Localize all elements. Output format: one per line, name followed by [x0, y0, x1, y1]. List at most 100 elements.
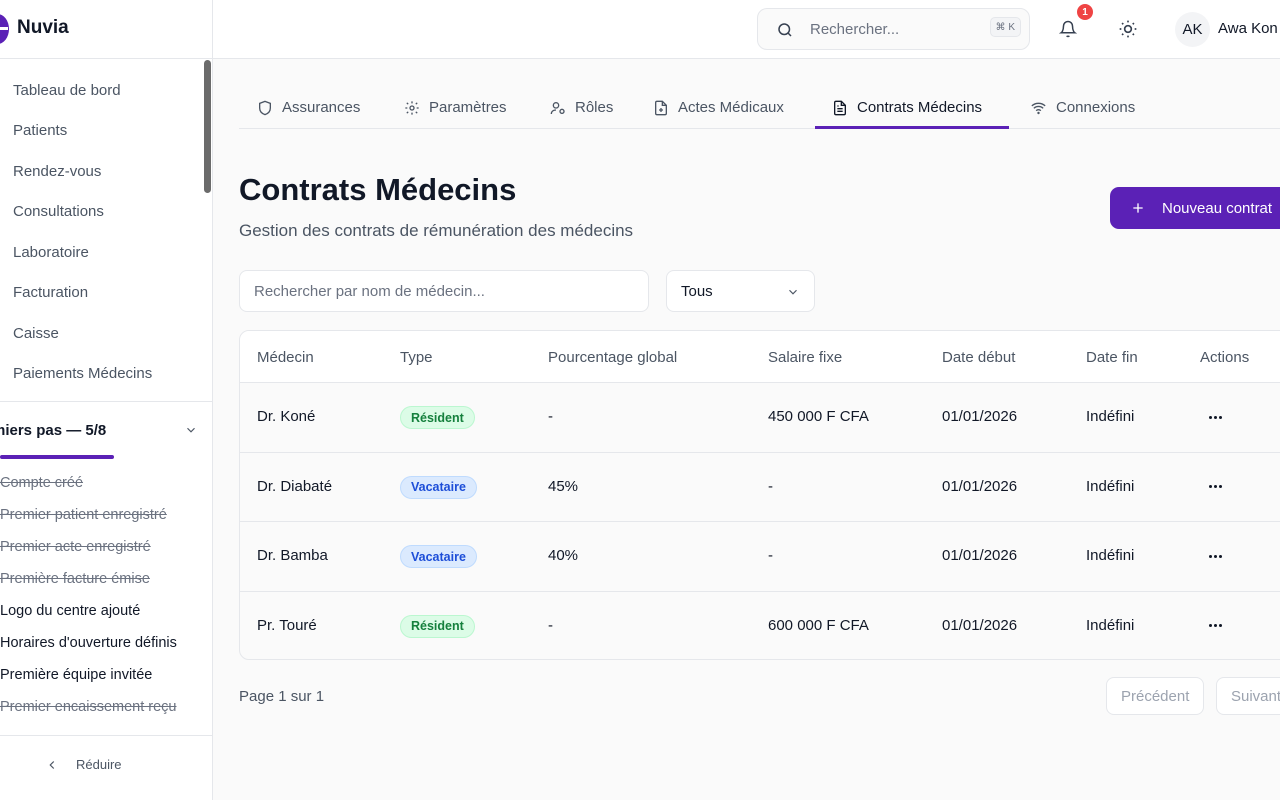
- cell-date-debut: 01/01/2026: [942, 547, 1018, 564]
- sidebar-item-tableau-de-bord[interactable]: Tableau de bord: [0, 70, 200, 111]
- onboarding-toggle[interactable]: miers pas — 5/8: [0, 418, 198, 442]
- wifi-icon: [1031, 102, 1046, 114]
- cell-pourcentage: -: [548, 408, 553, 425]
- shield-icon: [259, 100, 271, 115]
- bell-icon[interactable]: [1059, 19, 1077, 39]
- row-actions-menu-icon[interactable]: [1203, 616, 1227, 636]
- type-badge: Résident: [400, 614, 475, 638]
- tab-connexions[interactable]: Connexions: [1030, 86, 1135, 129]
- page-subtitle: Gestion des contrats de rémunération des…: [239, 221, 634, 240]
- cell-date-fin: Indéfini: [1086, 408, 1135, 425]
- cell-medecin: Pr. Touré: [257, 616, 317, 634]
- search-placeholder: Rechercher...: [810, 21, 900, 38]
- collapse-sidebar-button[interactable]: Réduire: [45, 757, 122, 772]
- cell-salaire: 600 000 F CFA: [768, 616, 869, 634]
- new-contract-button[interactable]: Nouveau contrat: [1110, 187, 1280, 229]
- doctor-search-input[interactable]: [239, 270, 649, 312]
- notification-badge: 1: [1077, 4, 1093, 20]
- tab-actes-medicaux[interactable]: Actes Médicaux: [653, 86, 784, 129]
- table-row[interactable]: Dr. Bamba 40% - 01/01/2026 Indéfini Vacataire: [240, 522, 1280, 592]
- cell-medecin: Dr. Koné: [257, 408, 316, 425]
- cell-salaire: -: [768, 477, 773, 495]
- tab-label: Actes Médicaux: [678, 99, 784, 116]
- onboarding-step[interactable]: Première facture émise: [0, 563, 212, 595]
- cell-salaire: -: [768, 547, 773, 564]
- chevron-down-icon: [789, 289, 797, 295]
- chevron-left-icon: [49, 760, 55, 769]
- divider: [0, 401, 212, 402]
- pagination-label: Page 1 sur 1: [239, 688, 325, 705]
- type-filter-select[interactable]: Tous: [666, 270, 815, 312]
- sidebar-item-facturation[interactable]: Facturation: [0, 273, 200, 314]
- onboarding-step[interactable]: Compte créé: [0, 467, 212, 499]
- sidebar-scrollbar[interactable]: [204, 60, 211, 193]
- user-gear-icon: [550, 101, 565, 114]
- sidebar-item-paiements-medecins[interactable]: Paiements Médecins: [0, 354, 200, 395]
- column-header-type[interactable]: Type: [400, 349, 433, 366]
- new-contract-label: Nouveau contrat: [1162, 199, 1273, 217]
- column-header-date-fin[interactable]: Date fin: [1086, 349, 1138, 366]
- sidebar: Nuvia Tableau de bord Patients Rendez-vo…: [0, 0, 213, 800]
- onboarding-title: miers pas — 5/8: [0, 421, 107, 439]
- cell-date-fin: Indéfini: [1086, 547, 1135, 564]
- table-row[interactable]: Pr. Touré - 600 000 F CFA 01/01/2026 Indéfin…: [240, 592, 1280, 660]
- contracts-table: Médecin Type Pourcentage global Salaire …: [239, 330, 1280, 660]
- plus-icon: [1133, 203, 1143, 213]
- global-search[interactable]: Rechercher... ⌘ K: [757, 8, 1030, 50]
- cell-medecin: Dr. Diabaté: [257, 477, 333, 495]
- table-row[interactable]: Dr. Diabaté 45% - 01/01/2026 Indéfini Vacatai…: [240, 453, 1280, 522]
- cell-date-debut: 01/01/2026: [942, 477, 1018, 495]
- onboarding-steps: Compte créé Premier patient enregistré Pre…: [0, 467, 212, 723]
- cell-pourcentage: -: [548, 616, 553, 634]
- column-header-actions: Actions: [1200, 349, 1250, 366]
- topbar: Rechercher... ⌘ K 1 AK Awa Kon: [213, 0, 1280, 59]
- previous-page-button[interactable]: Précédent: [1106, 677, 1205, 715]
- sidebar-nav: Tableau de bord Patients Rendez-vous Con…: [0, 70, 200, 394]
- avatar[interactable]: AK: [1175, 12, 1210, 47]
- sidebar-item-patients[interactable]: Patients: [0, 111, 200, 152]
- row-actions-menu-icon[interactable]: [1203, 407, 1227, 427]
- page-title: Contrats Médecins: [239, 172, 517, 207]
- tab-roles[interactable]: Rôles: [550, 86, 613, 129]
- onboarding-step[interactable]: Premier patient enregistré: [0, 499, 212, 531]
- onboarding-step[interactable]: Horaires d'ouverture définis: [0, 627, 212, 659]
- tab-label: Paramètres: [429, 99, 507, 116]
- sidebar-item-caisse[interactable]: Caisse: [0, 313, 200, 354]
- table-row[interactable]: Dr. Koné - 450 000 F CFA 01/01/2026 Indéfini…: [240, 383, 1280, 453]
- user-name[interactable]: Awa Kon: [1218, 20, 1278, 37]
- column-header-pourcentage[interactable]: Pourcentage global: [548, 349, 677, 366]
- sidebar-item-consultations[interactable]: Consultations: [0, 192, 200, 233]
- column-header-salaire[interactable]: Salaire fixe: [768, 349, 842, 366]
- row-actions-menu-icon[interactable]: [1203, 477, 1227, 497]
- next-page-button[interactable]: Suivant: [1216, 677, 1280, 715]
- tab-contrats-medecins[interactable]: Contrats Médecins: [832, 86, 982, 129]
- onboarding-step[interactable]: Logo du centre ajouté: [0, 595, 212, 627]
- tab-label: Connexions: [1056, 99, 1136, 116]
- onboarding-step[interactable]: Première équipe invitée: [0, 659, 212, 691]
- cell-salaire: 450 000 F CFA: [768, 408, 869, 425]
- document-icon: [834, 100, 846, 115]
- tab-label: Contrats Médecins: [857, 99, 983, 116]
- brand-logo-icon: [0, 14, 9, 44]
- brand[interactable]: Nuvia: [0, 0, 212, 59]
- tab-parametres[interactable]: Paramètres: [404, 86, 507, 129]
- row-actions-menu-icon[interactable]: [1203, 546, 1227, 566]
- column-header-medecin[interactable]: Médecin: [257, 349, 314, 366]
- file-medical-icon: [655, 100, 667, 115]
- cell-date-debut: 01/01/2026: [942, 408, 1018, 425]
- active-tab-indicator: [815, 126, 1009, 129]
- onboarding-step[interactable]: Premier encaissement reçu: [0, 691, 212, 723]
- type-badge: Vacataire: [400, 475, 477, 499]
- search-shortcut: ⌘ K: [989, 17, 1021, 37]
- column-header-date-debut[interactable]: Date début: [942, 349, 1015, 366]
- sidebar-item-laboratoire[interactable]: Laboratoire: [0, 232, 200, 273]
- main-content: Assurances Paramètres Rôles Actes Médica…: [213, 60, 1280, 800]
- cell-date-fin: Indéfini: [1086, 616, 1135, 634]
- tab-assurances[interactable]: Assurances: [257, 86, 360, 129]
- sun-icon[interactable]: [1118, 19, 1138, 39]
- settings-tabs: Assurances Paramètres Rôles Actes Médica…: [239, 86, 1280, 129]
- tab-label: Assurances: [282, 99, 361, 116]
- onboarding-step[interactable]: Premier acte enregistré: [0, 531, 212, 563]
- type-filter-value: Tous: [681, 282, 713, 300]
- sidebar-item-rendez-vous[interactable]: Rendez-vous: [0, 151, 200, 192]
